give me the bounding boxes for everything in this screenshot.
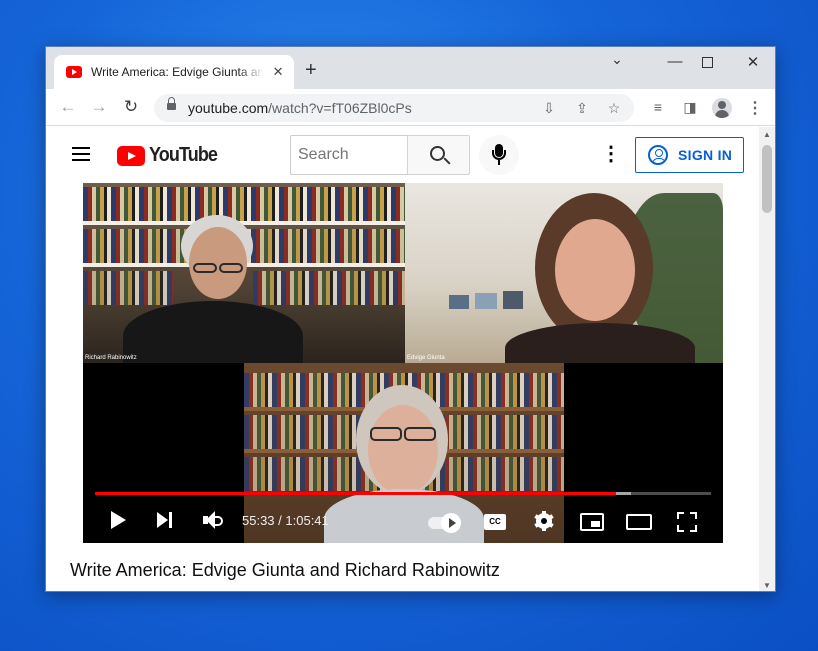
player-settings-gear-icon[interactable]	[534, 511, 554, 531]
back-arrow-icon[interactable]: ←	[58, 97, 78, 117]
account-circle-icon	[648, 145, 668, 165]
miniplayer-icon[interactable]	[580, 513, 604, 531]
duration: 1:05:41	[285, 513, 329, 528]
youtube-favicon-icon	[66, 66, 82, 78]
video-player[interactable]: Richard Rabinowitz Edvige Giunta 55:33 /…	[83, 183, 723, 543]
profile-avatar-icon[interactable]	[712, 98, 732, 118]
settings-menu-icon[interactable]: ⋮	[601, 144, 621, 164]
scroll-up-arrow-icon[interactable]: ▲	[763, 130, 771, 139]
scroll-thumb[interactable]	[762, 145, 772, 213]
url-text[interactable]: youtube.com/watch?v=fT06ZBl0cPs	[188, 100, 412, 116]
lock-icon[interactable]	[167, 97, 176, 111]
youtube-logo-text: YouTube	[149, 144, 218, 166]
new-tab-icon[interactable]: +	[305, 60, 317, 80]
time-separator: /	[274, 513, 286, 528]
search-button[interactable]	[407, 135, 470, 175]
captions-icon[interactable]: CC	[484, 514, 506, 530]
tab-search-chevron-icon[interactable]: ⌄	[602, 51, 632, 68]
media-control-icon[interactable]: ≡	[648, 99, 668, 115]
current-time: 55:33	[242, 513, 275, 528]
browser-menu-icon[interactable]: ⋮	[747, 98, 763, 118]
sign-in-button[interactable]: SIGN IN	[635, 137, 744, 173]
page-scrollbar[interactable]: ▲ ▼	[759, 127, 775, 591]
install-icon[interactable]: ⇩	[540, 100, 558, 117]
youtube-logo[interactable]: YouTube	[117, 144, 225, 167]
side-panel-icon[interactable]: ◨	[680, 99, 700, 116]
maximize-icon[interactable]	[692, 55, 722, 72]
search-input[interactable]	[290, 135, 408, 175]
tab-title: Write America: Edvige Giunta and Richard…	[91, 65, 265, 79]
minimize-icon[interactable]: —	[660, 53, 690, 70]
youtube-logo-icon	[117, 145, 145, 166]
tab-strip: Write America: Edvige Giunta and Richard…	[46, 47, 775, 89]
hamburger-menu-icon[interactable]	[72, 147, 90, 161]
autoplay-toggle[interactable]	[428, 513, 461, 533]
browser-toolbar: ← → ↻ youtube.com/watch?v=fT06ZBl0cPs ⇩ …	[46, 89, 775, 126]
sign-in-label: SIGN IN	[678, 147, 733, 163]
forward-arrow-icon[interactable]: →	[89, 97, 109, 117]
url-path: /watch?v=fT06ZBl0cPs	[268, 100, 412, 116]
player-controls: 55:33 / 1:05:41 CC	[83, 499, 723, 543]
bookmark-star-icon[interactable]: ☆	[605, 100, 623, 117]
autoplay-knob-icon	[441, 513, 461, 533]
participant-name-rabinowitz: Richard Rabinowitz	[85, 355, 137, 361]
close-window-icon[interactable]: ✕	[738, 53, 768, 71]
time-display: 55:33 / 1:05:41	[242, 513, 329, 528]
address-bar[interactable]: youtube.com/watch?v=fT06ZBl0cPs ⇩ ⇪ ☆	[154, 94, 634, 122]
progress-played	[95, 492, 617, 495]
scroll-down-arrow-icon[interactable]: ▼	[763, 581, 771, 590]
progress-bar[interactable]	[95, 492, 711, 495]
participant-tile-rabinowitz: Richard Rabinowitz	[83, 183, 405, 363]
participant-name-giunta: Edvige Giunta	[407, 355, 445, 361]
play-icon[interactable]	[111, 511, 126, 529]
video-title: Write America: Edvige Giunta and Richard…	[70, 560, 500, 580]
url-host: youtube.com	[188, 100, 269, 116]
browser-tab[interactable]: Write America: Edvige Giunta and Richard…	[54, 55, 294, 89]
close-tab-icon[interactable]: ✕	[270, 64, 286, 80]
voice-search-button[interactable]	[479, 135, 519, 175]
share-icon[interactable]: ⇪	[573, 100, 591, 117]
participant-tile-giunta: Edvige Giunta	[405, 183, 723, 363]
reload-icon[interactable]: ↻	[121, 97, 141, 117]
fullscreen-icon[interactable]	[677, 512, 697, 532]
youtube-page: YouTube ⋮ SIGN IN	[46, 127, 760, 591]
theater-mode-icon[interactable]	[626, 514, 652, 530]
browser-window: Write America: Edvige Giunta and Richard…	[45, 46, 776, 592]
next-icon[interactable]	[157, 511, 175, 529]
